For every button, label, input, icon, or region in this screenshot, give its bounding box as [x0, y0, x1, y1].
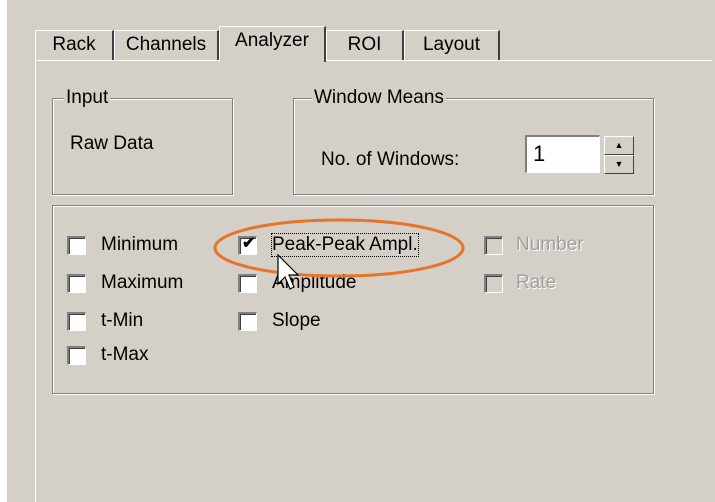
- t-max-label[interactable]: t-Max: [101, 344, 149, 366]
- triangle-up-icon: ▲: [614, 140, 624, 150]
- t-min-label[interactable]: t-Min: [101, 310, 143, 332]
- t-min-checkbox[interactable]: [67, 312, 86, 331]
- no-of-windows-input[interactable]: 1: [525, 135, 600, 173]
- tab-analyzer[interactable]: Analyzer: [219, 26, 326, 62]
- tab-label: ROI: [347, 34, 382, 55]
- window-means-title: Window Means: [312, 87, 446, 109]
- input-source-value: Raw Data: [70, 133, 154, 154]
- spin-down-button[interactable]: ▼: [604, 155, 634, 174]
- number-checkbox: [484, 236, 503, 255]
- tab-rack[interactable]: Rack: [35, 30, 114, 60]
- tab-layout[interactable]: Layout: [404, 30, 500, 60]
- t-max-checkbox[interactable]: [67, 346, 86, 365]
- peak-peak-label[interactable]: Peak-Peak Ampl.: [271, 233, 419, 257]
- input-group-title: Input: [64, 87, 111, 109]
- window-left-edge: [0, 0, 7, 502]
- maximum-label[interactable]: Maximum: [101, 272, 183, 294]
- amplitude-label[interactable]: Amplitude: [272, 272, 357, 294]
- rate-label: Rate: [516, 272, 557, 293]
- tab-roi[interactable]: ROI: [326, 30, 404, 60]
- amplitude-checkbox[interactable]: [238, 274, 257, 293]
- minimum-checkbox[interactable]: [67, 236, 86, 255]
- peak-peak-checkbox[interactable]: ✔: [238, 235, 257, 255]
- checkmark-icon: ✔: [242, 235, 256, 252]
- rate-checkbox: [484, 274, 503, 293]
- maximum-checkbox[interactable]: [67, 274, 86, 293]
- tab-label: Rack: [52, 34, 96, 55]
- tab-label: Layout: [422, 34, 481, 55]
- triangle-down-icon: ▼: [614, 159, 624, 169]
- tab-label: Analyzer: [235, 30, 309, 51]
- slope-checkbox[interactable]: [238, 312, 257, 331]
- tab-label: Channels: [125, 34, 207, 55]
- no-of-windows-label: No. of Windows:: [321, 149, 460, 170]
- number-label: Number: [516, 234, 584, 255]
- minimum-label[interactable]: Minimum: [101, 234, 178, 256]
- slope-label[interactable]: Slope: [272, 310, 321, 332]
- spin-up-button[interactable]: ▲: [604, 136, 634, 155]
- tab-channels[interactable]: Channels: [114, 30, 219, 60]
